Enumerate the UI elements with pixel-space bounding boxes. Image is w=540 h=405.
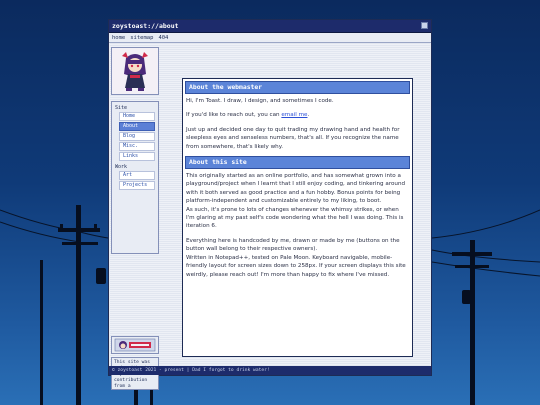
avatar: [111, 47, 159, 95]
menu-home[interactable]: home: [112, 35, 125, 41]
site-paragraph-3: Everything here is handcoded by me, draw…: [186, 237, 400, 253]
webmaster-bio: Just up and decided one day to quit trad…: [186, 126, 400, 150]
nav-item-art[interactable]: Art: [119, 171, 155, 180]
about-window: zoystoast://about home sitemap 404 Site …: [108, 19, 432, 390]
email-link[interactable]: email me: [281, 112, 307, 118]
site-badge[interactable]: [111, 336, 159, 354]
nav-item-misc[interactable]: Misc.: [119, 142, 155, 151]
nav-item-home[interactable]: Home: [119, 112, 155, 121]
menu-bar: home sitemap 404: [109, 33, 431, 43]
about-webmaster-heading: About the webmaster: [185, 81, 410, 94]
window-title: zoystoast://about: [112, 22, 179, 30]
nav-group-site: Site: [115, 105, 128, 111]
site-nav: Site Home About Blog Misc. Links Work Ar…: [111, 101, 159, 254]
content-area: Site Home About Blog Misc. Links Work Ar…: [110, 43, 430, 390]
site-paragraph-2: As such, it's prone to lots of changes w…: [186, 206, 404, 230]
close-icon[interactable]: [421, 22, 428, 29]
nav-item-projects[interactable]: Projects: [119, 181, 155, 190]
menu-404[interactable]: 404: [158, 35, 168, 41]
nav-item-links[interactable]: Links: [119, 152, 155, 161]
nav-item-about[interactable]: About: [119, 122, 155, 131]
nav-group-work: Work: [115, 164, 128, 170]
site-button-icon: [114, 338, 156, 352]
webmaster-contact: If you'd like to reach out, you can emai…: [186, 111, 408, 119]
window-titlebar[interactable]: zoystoast://about: [109, 20, 431, 33]
nav-item-blog[interactable]: Blog: [119, 132, 155, 141]
main-panel: About the webmaster Hi, I'm Toast. I dra…: [182, 78, 413, 357]
site-paragraph-1: This originally started as an online por…: [186, 173, 406, 205]
webmaster-intro: Hi, I'm Toast. I draw, I design, and som…: [186, 98, 334, 104]
about-site-heading: About this site: [185, 156, 410, 170]
status-bar: © zoystoast 2021 - present | Dad I forgo…: [109, 366, 431, 375]
contact-text: If you'd like to reach out, you can: [186, 112, 282, 119]
site-paragraph-4: Written in Notepad++, tested on Pale Moo…: [186, 254, 406, 278]
menu-sitemap[interactable]: sitemap: [130, 35, 153, 41]
avatar-illustration-icon: [112, 48, 158, 94]
contact-period: .: [307, 112, 310, 119]
